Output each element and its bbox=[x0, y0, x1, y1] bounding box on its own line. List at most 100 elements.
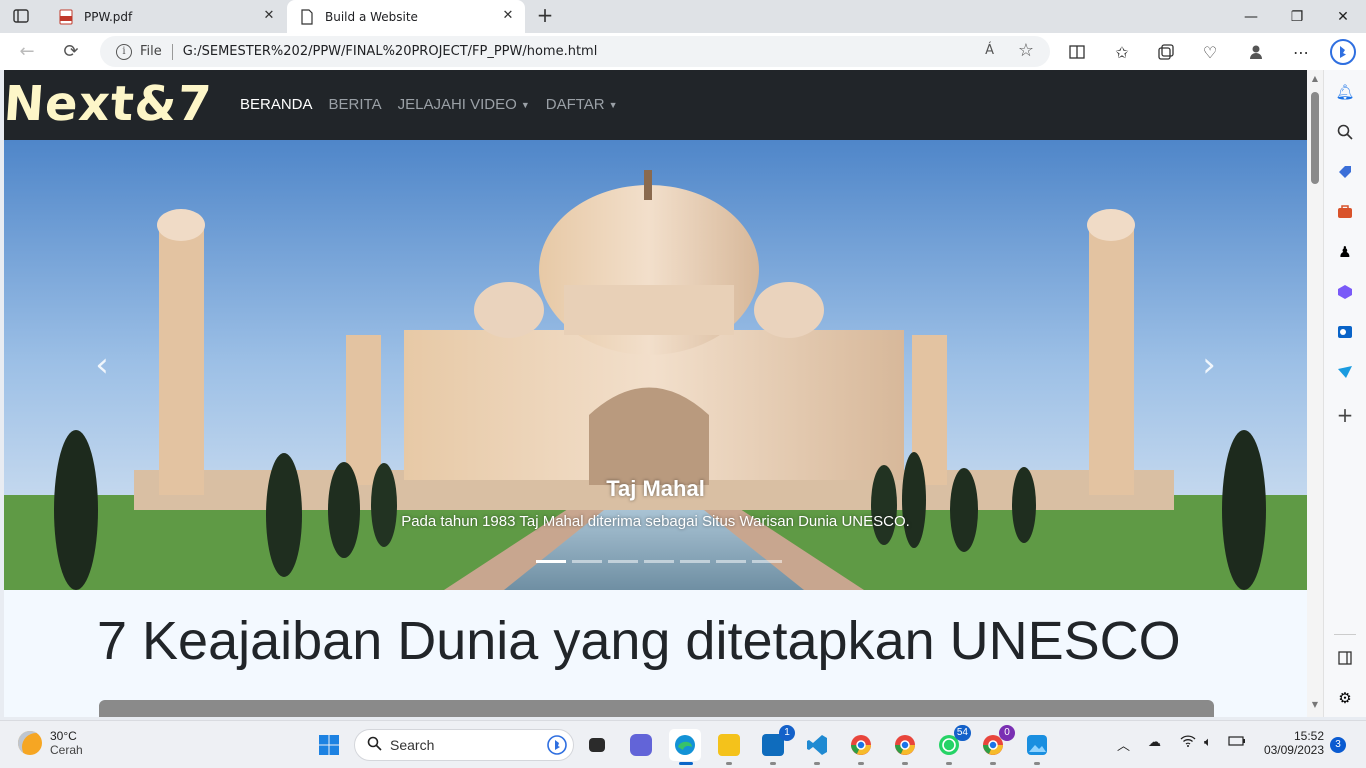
gear-icon[interactable]: ⚙ bbox=[1335, 688, 1355, 708]
tab-actions-icon[interactable] bbox=[10, 6, 32, 26]
browser-toolbar: ← ⟳ i File G:/SEMESTER%202/PPW/FINAL%20P… bbox=[0, 33, 1366, 70]
clock-date: 03/09/2023 bbox=[1263, 743, 1324, 757]
vscode-icon[interactable] bbox=[801, 729, 833, 765]
search-label: Search bbox=[390, 737, 435, 753]
read-aloud-icon[interactable]: Á bbox=[985, 43, 994, 58]
carousel-indicator[interactable] bbox=[752, 560, 782, 563]
caption-text: Pada tahun 1983 Taj Mahal diterima sebag… bbox=[401, 513, 910, 530]
sidebar-layout-icon[interactable] bbox=[1335, 648, 1355, 668]
maximize-button[interactable]: ❐ bbox=[1274, 0, 1320, 33]
close-tab-icon[interactable]: ✕ bbox=[262, 9, 276, 23]
tab-build-a-website[interactable]: Build a Website ✕ bbox=[287, 0, 525, 33]
bell-icon[interactable]: 🔔︎ bbox=[1335, 82, 1355, 102]
scrollbar-thumb[interactable] bbox=[1311, 92, 1319, 184]
back-button[interactable]: ← bbox=[14, 39, 40, 63]
chrome-alt-icon[interactable]: 0 bbox=[977, 725, 1015, 765]
url-text[interactable]: G:/SEMESTER%202/PPW/FINAL%20PROJECT/FP_P… bbox=[183, 44, 598, 59]
nav-daftar[interactable]: DAFTAR ▼ bbox=[546, 96, 618, 113]
weather-condition: Cerah bbox=[50, 743, 83, 757]
favorites-icon[interactable]: ✩ bbox=[1111, 41, 1133, 63]
add-icon[interactable]: + bbox=[1335, 403, 1355, 427]
onedrive-icon[interactable]: ☁ bbox=[1148, 735, 1161, 750]
start-button[interactable] bbox=[313, 729, 345, 761]
task-view-icon[interactable] bbox=[581, 729, 613, 761]
page-heading: 7 Keajaiban Dunia yang ditetapkan UNESCO bbox=[97, 611, 1181, 671]
collections-icon[interactable] bbox=[1155, 41, 1177, 63]
minimize-button[interactable]: — bbox=[1228, 0, 1274, 33]
carousel-indicator[interactable] bbox=[608, 560, 638, 563]
battery-icon[interactable] bbox=[1228, 735, 1246, 750]
nav-links: BERANDA BERITA JELAJAHI VIDEO ▼ DAFTAR ▼ bbox=[240, 96, 634, 113]
notification-badge[interactable]: 3 bbox=[1330, 737, 1346, 753]
carousel-indicator[interactable] bbox=[536, 560, 566, 563]
refresh-button[interactable]: ⟳ bbox=[58, 39, 84, 63]
scroll-down-icon[interactable]: ▼ bbox=[1310, 700, 1320, 709]
nav-beranda[interactable]: BERANDA bbox=[240, 96, 313, 113]
browser-tab-strip: PPW.pdf ✕ Build a Website ✕ + — ❐ ✕ bbox=[0, 0, 1366, 33]
chrome-icon[interactable] bbox=[845, 729, 877, 765]
search-icon[interactable] bbox=[1335, 122, 1355, 142]
mail-badge: 1 bbox=[779, 725, 795, 741]
mail-icon[interactable]: 1 bbox=[757, 725, 795, 765]
bing-copilot-icon[interactable] bbox=[1327, 36, 1359, 68]
new-tab-button[interactable]: + bbox=[534, 5, 556, 27]
chevron-up-icon[interactable]: ︿ bbox=[1117, 735, 1130, 754]
favorite-star-icon[interactable]: ☆ bbox=[1018, 40, 1034, 61]
taskbar-search[interactable]: Search bbox=[354, 729, 574, 761]
caption-title: Taj Mahal bbox=[606, 476, 705, 501]
chrome-profile-icon[interactable] bbox=[889, 729, 921, 765]
carousel-indicator[interactable] bbox=[572, 560, 602, 563]
more-options-icon[interactable]: ⋯ bbox=[1290, 41, 1312, 63]
carousel-indicators bbox=[533, 560, 785, 563]
edge-sidebar: 🔔︎ ♟ + ⚙ bbox=[1323, 70, 1366, 717]
close-tab-icon[interactable]: ✕ bbox=[501, 9, 515, 23]
page-viewport: Next&7 BERANDA BERITA JELAJAHI VIDEO ▼ DA… bbox=[4, 70, 1307, 717]
site-navbar: Next&7 BERANDA BERITA JELAJAHI VIDEO ▼ DA… bbox=[4, 70, 1307, 140]
carousel-indicator[interactable] bbox=[716, 560, 746, 563]
tools-icon[interactable] bbox=[1335, 202, 1355, 222]
info-icon[interactable]: i bbox=[116, 43, 132, 60]
whatsapp-badge: 54 bbox=[953, 725, 971, 741]
tab-title: Build a Website bbox=[325, 9, 418, 24]
site-logo[interactable]: Next&7 bbox=[4, 76, 214, 132]
microsoft-365-icon[interactable] bbox=[1335, 282, 1355, 302]
content-panel-top bbox=[99, 700, 1214, 717]
clock-time: 15:52 bbox=[1293, 729, 1324, 743]
shopping-tag-icon[interactable] bbox=[1335, 162, 1355, 182]
caret-down-icon: ▼ bbox=[608, 99, 618, 110]
carousel-next-icon[interactable]: › bbox=[1189, 345, 1229, 385]
split-screen-icon[interactable] bbox=[1066, 41, 1088, 63]
chrome-profile-badge: 0 bbox=[999, 725, 1015, 741]
weather-icon bbox=[18, 731, 42, 755]
edge-icon[interactable] bbox=[669, 729, 701, 765]
weather-widget[interactable]: 30°C Cerah bbox=[18, 729, 83, 757]
hero-carousel: ‹ › Taj Mahal Pada tahun 1983 Taj Mahal … bbox=[4, 140, 1307, 590]
carousel-indicator[interactable] bbox=[680, 560, 710, 563]
address-bar[interactable]: i File G:/SEMESTER%202/PPW/FINAL%20PROJE… bbox=[100, 36, 1050, 67]
nav-berita[interactable]: BERITA bbox=[329, 96, 382, 113]
system-clock[interactable]: 15:52 03/09/2023 bbox=[1258, 729, 1324, 757]
volume-icon[interactable]: 🔈︎ bbox=[1204, 735, 1212, 750]
drop-icon[interactable] bbox=[1335, 362, 1355, 382]
wifi-icon[interactable] bbox=[1180, 735, 1196, 751]
outlook-icon[interactable] bbox=[1335, 322, 1355, 342]
weather-temp: 30°C bbox=[50, 729, 77, 743]
close-window-button[interactable]: ✕ bbox=[1320, 0, 1366, 33]
tab-ppw-pdf[interactable]: PPW.pdf ✕ bbox=[48, 0, 286, 33]
photos-icon[interactable] bbox=[1021, 729, 1053, 765]
nav-jelajahi-video[interactable]: JELAJAHI VIDEO ▼ bbox=[398, 96, 530, 113]
caret-down-icon: ▼ bbox=[520, 99, 530, 110]
scroll-up-icon[interactable]: ▲ bbox=[1310, 74, 1320, 83]
windows-taskbar: 30°C Cerah Search 1 54 0 ︿ ☁ 🔈︎ 15:52 03… bbox=[0, 720, 1366, 768]
pdf-icon bbox=[59, 9, 73, 24]
carousel-indicator[interactable] bbox=[644, 560, 674, 563]
carousel-prev-icon[interactable]: ‹ bbox=[82, 345, 122, 385]
browser-essentials-icon[interactable]: ♡ bbox=[1199, 41, 1221, 63]
games-icon[interactable]: ♟ bbox=[1335, 242, 1355, 262]
whatsapp-icon[interactable]: 54 bbox=[933, 725, 971, 765]
teams-chat-icon[interactable] bbox=[625, 729, 657, 761]
page-scrollbar[interactable]: ▲ ▼ bbox=[1307, 70, 1323, 717]
profile-icon[interactable] bbox=[1245, 41, 1267, 63]
file-explorer-icon[interactable] bbox=[713, 729, 745, 765]
divider bbox=[1334, 634, 1356, 635]
